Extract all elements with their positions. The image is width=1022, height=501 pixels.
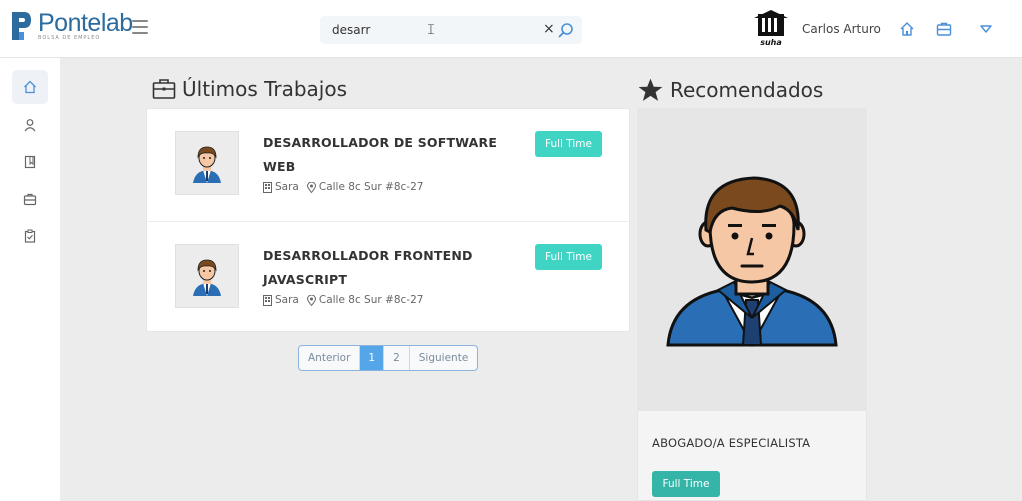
job-title-line: DESARROLLADOR FRONTEND — [263, 248, 473, 263]
home-icon[interactable] — [899, 21, 915, 37]
job-company-avatar — [175, 244, 239, 308]
job-company: Sara — [275, 181, 299, 193]
sidebar-item-documents[interactable] — [12, 145, 48, 179]
person-avatar-icon — [193, 146, 221, 183]
job-company: Sara — [275, 294, 299, 306]
person-avatar-icon — [666, 176, 838, 348]
user-icon — [24, 119, 36, 132]
user-avatar[interactable]: suha — [752, 10, 790, 48]
job-card[interactable]: DESARROLLADOR DE SOFTWARE WEB Sara Calle… — [147, 109, 629, 221]
job-address: Calle 8c Sur #8c-27 — [318, 294, 424, 306]
job-address: Calle 8c Sur #8c-27 — [318, 181, 424, 193]
job-title[interactable]: DESARROLLADOR DE SOFTWARE WEB — [263, 131, 503, 179]
sidebar-item-home[interactable] — [12, 70, 48, 104]
recommended-job-image — [638, 109, 866, 411]
job-title-line: WEB — [263, 159, 296, 174]
recommended-heading: Recomendados — [637, 77, 823, 103]
briefcase-icon — [23, 193, 37, 206]
job-title[interactable]: DESARROLLADOR FRONTEND JAVASCRIPT — [263, 244, 503, 292]
person-avatar-icon — [193, 259, 221, 296]
brand-logo[interactable]: Pontelab BOLSA DE EMPLEO — [10, 10, 133, 46]
job-title-line: JAVASCRIPT — [263, 272, 348, 287]
search-bar: 𝙸 × — [320, 16, 582, 44]
search-icon[interactable] — [558, 22, 574, 38]
location-pin-icon — [306, 294, 316, 306]
job-card[interactable]: DESARROLLADOR FRONTEND JAVASCRIPT Sara C… — [147, 221, 629, 333]
sidebar — [0, 58, 60, 501]
job-type-badge: Full Time — [652, 471, 720, 497]
job-meta: Sara Calle 8c Sur #8c-27 — [263, 181, 423, 193]
pagination-page-1[interactable]: 1 — [360, 346, 385, 370]
latest-jobs-heading: Últimos Trabajos — [152, 77, 347, 101]
pagination-next-button[interactable]: Siguiente — [410, 346, 478, 370]
briefcase-icon — [152, 79, 176, 99]
home-icon — [24, 80, 36, 94]
latest-jobs-title: Últimos Trabajos — [182, 77, 348, 101]
avatar-text: suha — [760, 38, 782, 47]
menu-toggle-icon[interactable] — [132, 20, 148, 34]
building-icon — [263, 181, 272, 193]
top-navbar: Pontelab BOLSA DE EMPLEO 𝙸 × suha Carlos… — [0, 0, 1022, 58]
job-type-badge: Full Time — [535, 131, 602, 157]
text-cursor-icon: 𝙸 — [426, 22, 436, 38]
latest-jobs-list: DESARROLLADOR DE SOFTWARE WEB Sara Calle… — [146, 108, 630, 332]
recommended-job-title[interactable]: ABOGADO/A ESPECIALISTA — [652, 436, 810, 450]
recommended-title: Recomendados — [670, 78, 824, 102]
sidebar-item-profile[interactable] — [12, 108, 48, 142]
logo-mark-icon — [12, 12, 31, 40]
pagination: Anterior 1 2 Siguiente — [298, 345, 479, 371]
user-name[interactable]: Carlos Arturo — [802, 22, 881, 36]
clipboard-icon — [24, 229, 36, 243]
star-icon — [638, 78, 663, 101]
recommended-job-card[interactable]: ABOGADO/A ESPECIALISTA Full Time — [637, 108, 867, 501]
book-icon — [24, 155, 36, 169]
chevron-down-icon[interactable] — [978, 21, 994, 37]
clear-search-icon[interactable]: × — [543, 21, 555, 37]
briefcase-icon[interactable] — [936, 21, 952, 37]
location-pin-icon — [306, 181, 316, 193]
job-company-avatar — [175, 131, 239, 195]
building-icon — [263, 294, 272, 306]
job-meta: Sara Calle 8c Sur #8c-27 — [263, 294, 423, 306]
pagination-page-2[interactable]: 2 — [384, 346, 410, 370]
job-type-badge: Full Time — [535, 244, 602, 270]
pagination-prev-button[interactable]: Anterior — [299, 346, 361, 370]
sidebar-item-applications[interactable] — [12, 219, 48, 253]
job-title-line: DESARROLLADOR DE SOFTWARE — [263, 135, 498, 150]
brand-name: Pontelab — [38, 9, 133, 37]
sidebar-item-jobs[interactable] — [12, 182, 48, 216]
brand-tagline: BOLSA DE EMPLEO — [38, 35, 101, 41]
